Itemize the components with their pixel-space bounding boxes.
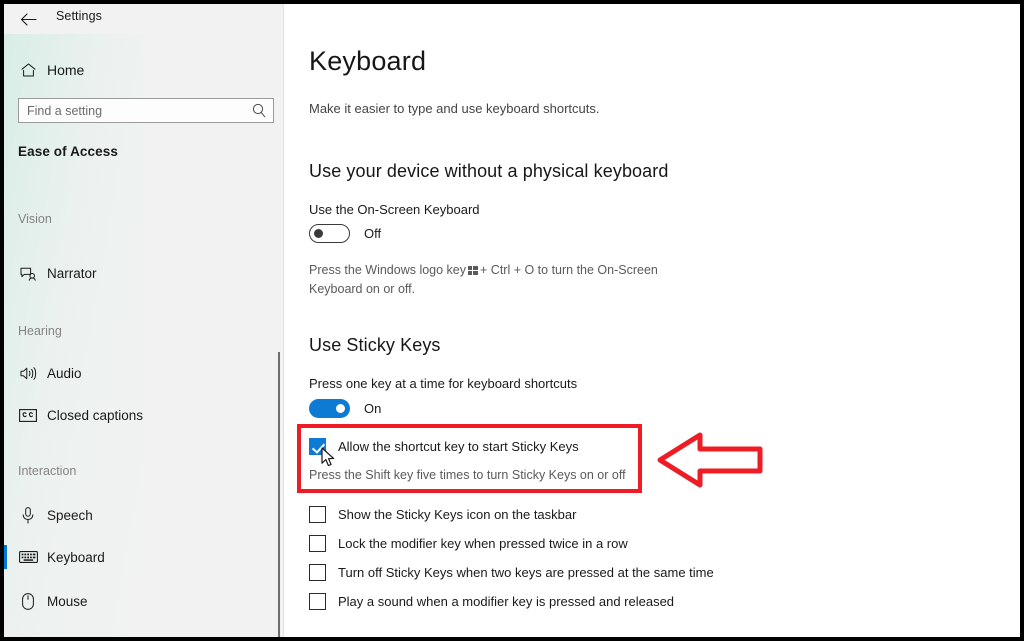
back-arrow-icon[interactable] (14, 6, 42, 32)
sidebar-item-label-home: Home (47, 62, 85, 78)
hint-prefix: Press the Windows logo key (309, 263, 467, 277)
sidebar-item-speech[interactable]: Speech (4, 502, 284, 528)
sidebar-item-closed-captions[interactable]: Closed captions (4, 402, 284, 428)
microphone-icon (18, 506, 38, 524)
toggle-onscreen-keyboard[interactable] (309, 224, 350, 243)
sidebar: Settings Home Ease of Access Vision (4, 4, 284, 637)
sidebar-category-title: Ease of Access (18, 144, 118, 159)
annotation-arrow-icon (656, 429, 766, 491)
checkbox-label-lock-modifier: Lock the modifier key when pressed twice… (338, 536, 628, 551)
toggle-state-onscreen-keyboard: Off (364, 226, 382, 241)
sidebar-group-header-vision: Vision (18, 212, 52, 226)
checkbox-row-allow-shortcut[interactable]: Allow the shortcut key to start Sticky K… (309, 438, 579, 455)
toggle-row-onscreen-keyboard[interactable]: Off (309, 224, 381, 243)
checkbox-row-play-sound[interactable]: Play a sound when a modifier key is pres… (309, 593, 674, 610)
toggle-knob (314, 229, 323, 238)
search-icon[interactable] (252, 103, 266, 123)
title-bar: Settings (4, 4, 284, 34)
sidebar-item-keyboard[interactable]: Keyboard (4, 544, 284, 570)
sidebar-group-header-interaction: Interaction (18, 464, 77, 478)
narrator-icon (18, 266, 38, 281)
mouse-icon (18, 592, 38, 610)
checkbox-show-icon[interactable] (309, 506, 326, 523)
checkbox-label-show-icon: Show the Sticky Keys icon on the taskbar (338, 507, 577, 522)
sidebar-item-eye-control[interactable]: Eye control (4, 630, 284, 637)
toggle-sticky-keys[interactable] (309, 399, 350, 418)
sidebar-item-label-mouse: Mouse (47, 593, 88, 609)
sidebar-item-label-closed-captions: Closed captions (47, 407, 144, 423)
closed-captions-icon (18, 408, 38, 422)
checkbox-lock-modifier[interactable] (309, 535, 326, 552)
sidebar-item-narrator[interactable]: Narrator (4, 260, 284, 286)
checkbox-row-show-icon[interactable]: Show the Sticky Keys icon on the taskbar (309, 506, 576, 523)
section-heading-onscreen-keyboard: Use your device without a physical keybo… (309, 161, 669, 181)
sidebar-item-audio[interactable]: Audio (4, 360, 284, 386)
toggle-state-sticky-keys: On (364, 401, 382, 416)
search-input[interactable] (27, 103, 237, 118)
checkbox-label-play-sound: Play a sound when a modifier key is pres… (338, 594, 675, 609)
sidebar-group-header-hearing: Hearing (18, 324, 62, 338)
checkbox-turn-off-two-keys[interactable] (309, 564, 326, 581)
sidebar-item-label-narrator: Narrator (47, 265, 97, 281)
setting-label-onscreen-keyboard: Use the On-Screen Keyboard (309, 202, 480, 217)
checkbox-row-lock-modifier[interactable]: Lock the modifier key when pressed twice… (309, 535, 628, 552)
settings-window: Settings Home Ease of Access Vision (4, 4, 1020, 637)
sidebar-item-label-audio: Audio (47, 365, 82, 381)
setting-label-sticky-keys: Press one key at a time for keyboard sho… (309, 376, 578, 391)
main-content: Keyboard Make it easier to type and use … (284, 4, 1020, 637)
toggle-knob (336, 404, 345, 413)
hint-allow-shortcut: Press the Shift key five times to turn S… (309, 468, 626, 482)
checkbox-label-turn-off-two-keys: Turn off Sticky Keys when two keys are p… (338, 565, 714, 580)
hint-onscreen-keyboard: Press the Windows logo key + Ctrl + O to … (309, 261, 709, 299)
toggle-row-sticky-keys[interactable]: On (309, 399, 381, 418)
search-box[interactable] (18, 98, 274, 123)
sidebar-item-label-speech: Speech (47, 507, 93, 523)
sidebar-item-home[interactable]: Home (4, 56, 284, 84)
speaker-icon (18, 366, 38, 381)
app-title: Settings (56, 9, 102, 23)
sidebar-scrollbar-thumb[interactable] (278, 352, 280, 637)
checkbox-label-allow-shortcut: Allow the shortcut key to start Sticky K… (338, 439, 579, 454)
windows-logo-key-icon (468, 266, 478, 275)
sidebar-item-label-keyboard: Keyboard (47, 549, 105, 565)
sidebar-item-label-eye-control: Eye control (47, 636, 115, 638)
section-heading-sticky-keys: Use Sticky Keys (309, 335, 441, 355)
page-subtitle: Make it easier to type and use keyboard … (309, 101, 600, 116)
keyboard-icon (18, 551, 38, 563)
checkbox-allow-shortcut[interactable] (309, 438, 326, 455)
sidebar-item-mouse[interactable]: Mouse (4, 588, 284, 614)
page-title: Keyboard (309, 46, 427, 76)
home-icon (18, 63, 38, 77)
checkbox-play-sound[interactable] (309, 593, 326, 610)
eye-control-icon (18, 636, 38, 637)
checkbox-row-turn-off-two-keys[interactable]: Turn off Sticky Keys when two keys are p… (309, 564, 714, 581)
